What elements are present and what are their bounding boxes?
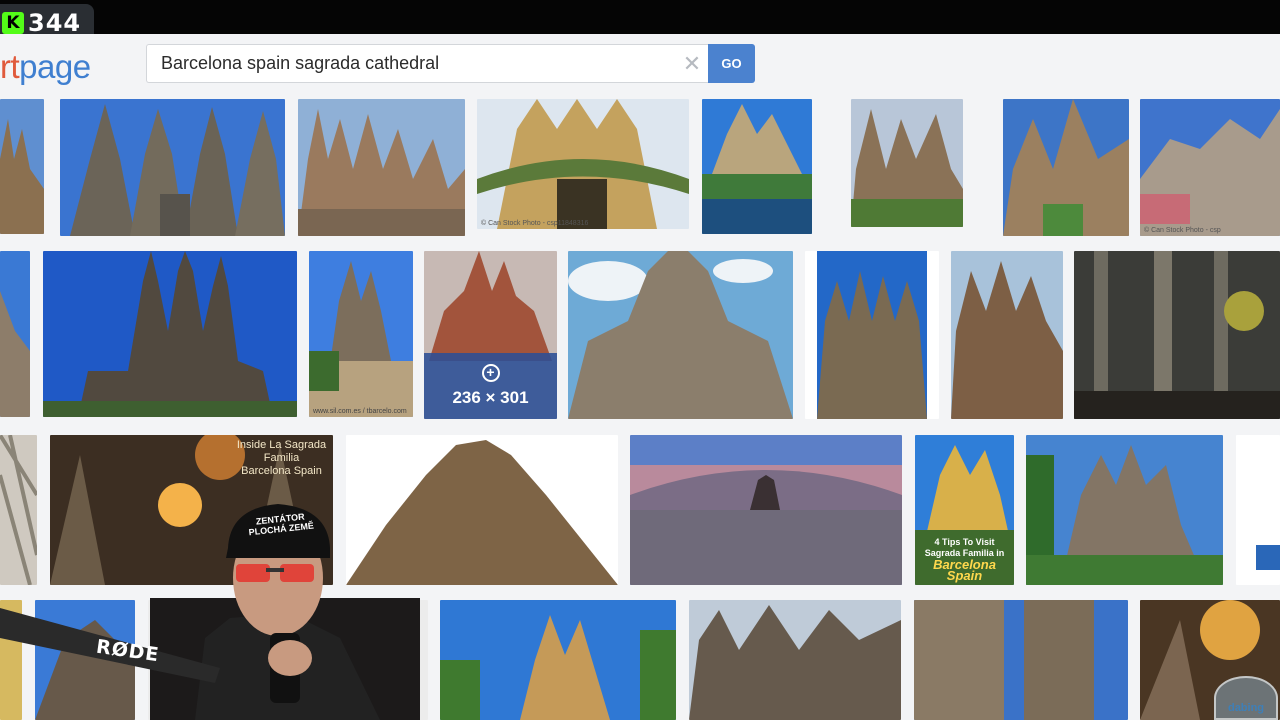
image-result[interactable] [1003, 99, 1129, 236]
image-overlay-title: 4 Tips To Visit Sagrada Familia in Barce… [915, 537, 1014, 583]
image-result-hovered[interactable]: + 236 × 301 [424, 251, 557, 419]
overlay-line: Barcelona Spain [933, 557, 996, 583]
image-result[interactable] [60, 99, 285, 236]
image-result[interactable] [951, 251, 1063, 419]
image-result[interactable] [0, 251, 30, 417]
search-query-text: Barcelona spain sagrada cathedral [161, 53, 440, 73]
image-result[interactable] [0, 99, 44, 234]
overlay-line: Inside La Sagrada Familia [236, 439, 327, 464]
image-caption: © Can Stock Photo - csp [1144, 227, 1221, 234]
viewer-count: 344 [28, 9, 82, 37]
search-go-button[interactable]: GO [708, 44, 755, 83]
clear-search-icon[interactable]: ✕ [675, 52, 709, 75]
image-result[interactable] [851, 99, 963, 227]
image-caption: © Can Stock Photo - csp11848316 [481, 220, 589, 227]
logo-text-part1: rt [0, 48, 20, 85]
image-result[interactable] [689, 600, 901, 720]
search-input[interactable]: Barcelona spain sagrada cathedral ✕ [146, 44, 709, 83]
streamer-webcam [0, 468, 430, 720]
add-circle-icon[interactable]: + [481, 364, 500, 382]
image-result[interactable]: www.sil.com.es / tbarcelo.com [309, 251, 413, 417]
image-result[interactable]: 4 Tips To Visit Sagrada Familia in Barce… [915, 435, 1014, 585]
image-result[interactable] [1074, 251, 1280, 419]
image-result[interactable] [568, 251, 793, 419]
kick-logo-icon: K [2, 12, 24, 34]
image-caption: www.sil.com.es / tbarcelo.com [313, 408, 407, 415]
image-result[interactable] [914, 600, 1128, 720]
image-result[interactable] [43, 251, 297, 417]
site-logo[interactable]: rtpage [0, 48, 91, 86]
image-dimensions: 236 × 301 [452, 388, 529, 407]
logo-text-part2: page [19, 48, 91, 85]
image-result[interactable] [1026, 435, 1223, 585]
image-result[interactable] [805, 251, 939, 419]
image-result[interactable]: © Can Stock Photo - csp [1140, 99, 1280, 236]
channel-watermark-logo: dabing [1214, 676, 1278, 720]
image-result[interactable] [1236, 435, 1280, 585]
image-result[interactable] [702, 99, 812, 234]
image-result[interactable] [630, 435, 902, 585]
overlay-line: 4 Tips To Visit [934, 537, 995, 547]
stream-top-bar [0, 0, 1280, 34]
image-hover-overlay: + 236 × 301 [424, 353, 557, 419]
image-result[interactable] [440, 600, 676, 720]
image-result[interactable] [298, 99, 465, 236]
image-result[interactable]: © Can Stock Photo - csp11848316 [477, 99, 689, 229]
